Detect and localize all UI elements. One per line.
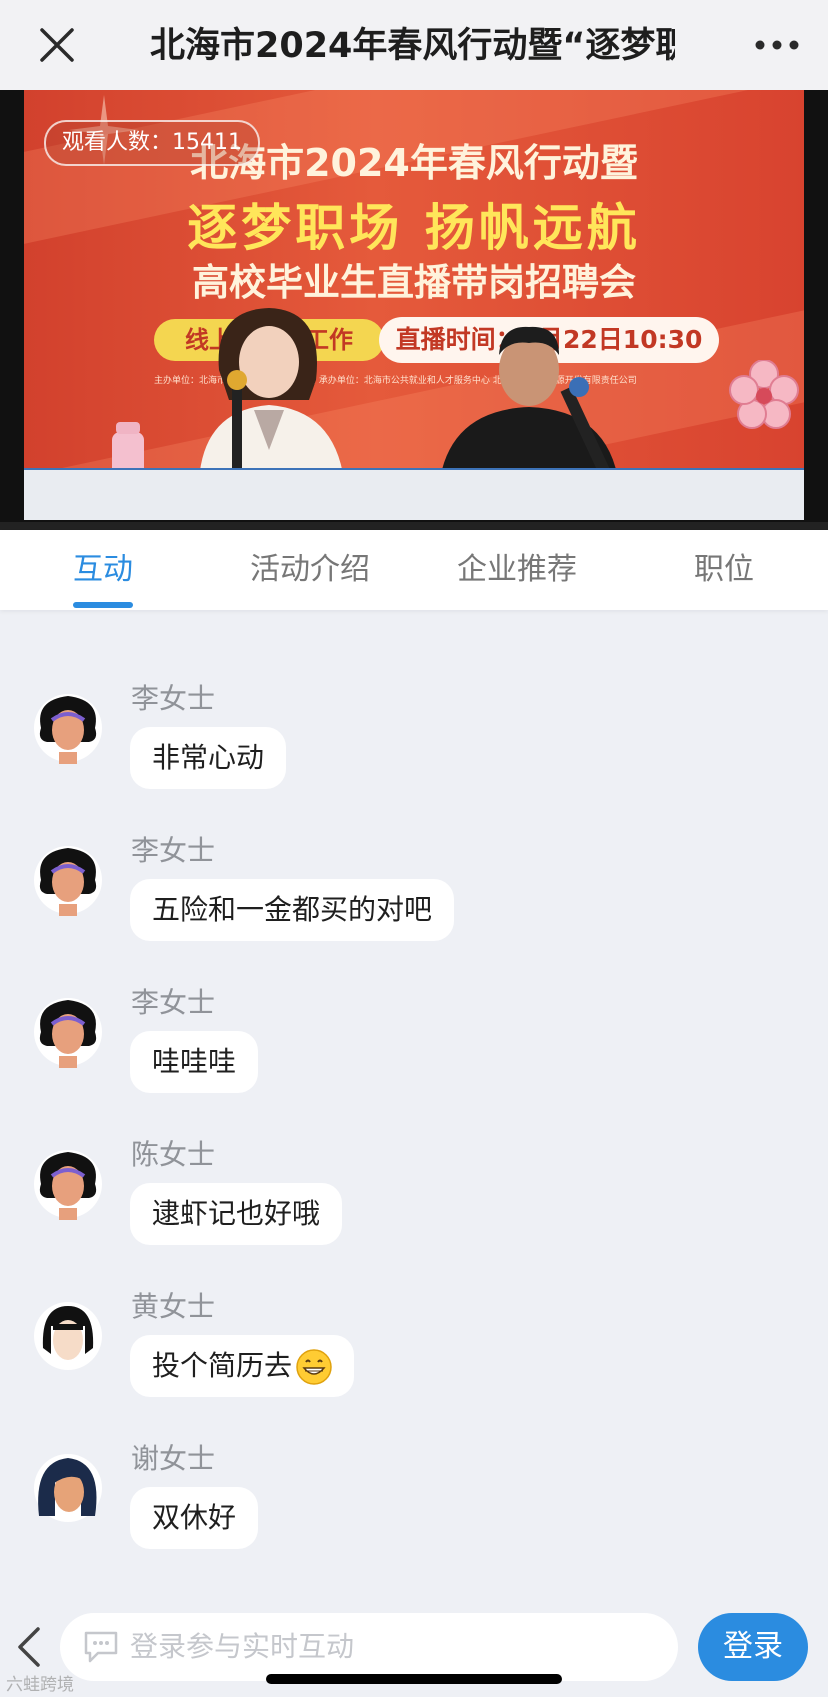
user-avatar[interactable] bbox=[33, 690, 103, 768]
viewer-count-badge: 观看人数：15411 bbox=[44, 120, 260, 166]
comment-input[interactable]: 登录参与实时互动 bbox=[60, 1613, 678, 1681]
banner-subtitle: 高校毕业生直播带岗招聘会 bbox=[192, 261, 636, 304]
message-bubble[interactable]: 双休好 bbox=[130, 1487, 259, 1549]
message-bubble[interactable]: 哇哇哇 bbox=[130, 1031, 259, 1093]
message-bubble[interactable]: 五险和一金都买的对吧 bbox=[130, 879, 455, 941]
message-bubble[interactable]: 非常心动 bbox=[130, 727, 287, 789]
presenter-desk bbox=[24, 470, 804, 520]
user-avatar[interactable] bbox=[33, 1146, 103, 1224]
page-title: 北海市2024年春风行动暨“逐梦职场 扬帆远航” bbox=[150, 26, 675, 66]
watermark-logo: 六蛙跨境 bbox=[6, 1675, 74, 1695]
presenter-man bbox=[439, 326, 619, 485]
close-icon[interactable] bbox=[36, 24, 78, 66]
grinning-emoji-icon bbox=[296, 1349, 332, 1385]
live-video-player[interactable]: 北海市2024年春风行动暨 逐梦职场 扬帆远航 高校毕业生直播带岗招聘会 线上带… bbox=[0, 90, 828, 530]
back-arrow-icon[interactable] bbox=[14, 1625, 44, 1669]
message-bubble[interactable]: 投个简历去 bbox=[130, 1335, 355, 1397]
chat-message: 李女士哇哇哇 bbox=[0, 984, 828, 1124]
tab-company-recommend[interactable]: 企业推荐 bbox=[437, 530, 597, 610]
message-sender-name: 李女士 bbox=[131, 986, 216, 1019]
message-text: 双休好 bbox=[152, 1501, 237, 1534]
message-sender-name: 谢女士 bbox=[131, 1442, 216, 1475]
message-sender-name: 李女士 bbox=[131, 682, 216, 715]
login-button[interactable]: 登录 bbox=[698, 1613, 808, 1681]
user-avatar[interactable] bbox=[33, 842, 103, 920]
home-indicator[interactable] bbox=[266, 1674, 562, 1684]
banner-slogan: 逐梦职场 扬帆远航 bbox=[187, 199, 641, 257]
presenter-woman bbox=[199, 308, 344, 480]
message-text: 逮虾记也好哦 bbox=[152, 1197, 321, 1230]
message-sender-name: 陈女士 bbox=[131, 1138, 216, 1171]
user-avatar[interactable] bbox=[33, 1450, 103, 1528]
chat-bubble-icon bbox=[84, 1631, 118, 1663]
tab-bar: 互动 活动介绍 企业推荐 职位 bbox=[0, 530, 828, 610]
message-sender-name: 李女士 bbox=[131, 834, 216, 867]
chat-message: 谢女士双休好 bbox=[0, 1440, 828, 1580]
message-sender-name: 黄女士 bbox=[131, 1290, 216, 1323]
comment-placeholder: 登录参与实时互动 bbox=[130, 1630, 355, 1663]
message-text: 哇哇哇 bbox=[152, 1045, 237, 1078]
message-text: 投个简历去 bbox=[152, 1349, 293, 1382]
chat-message: 陈女士逮虾记也好哦 bbox=[0, 1136, 828, 1276]
flower-decoration-icon bbox=[729, 360, 799, 429]
tab-interaction[interactable]: 互动 bbox=[43, 530, 163, 610]
tab-event-intro[interactable]: 活动介绍 bbox=[230, 530, 390, 610]
chat-message: 李女士五险和一金都买的对吧 bbox=[0, 832, 828, 972]
top-nav-bar: 北海市2024年春风行动暨“逐梦职场 扬帆远航” bbox=[0, 0, 828, 90]
tab-positions[interactable]: 职位 bbox=[664, 530, 784, 610]
event-banner: 北海市2024年春风行动暨 逐梦职场 扬帆远航 高校毕业生直播带岗招聘会 线上带… bbox=[24, 90, 804, 520]
user-avatar[interactable] bbox=[33, 994, 103, 1072]
active-tab-indicator bbox=[73, 602, 133, 608]
chat-message: 黄女士投个简历去 bbox=[0, 1288, 828, 1428]
more-dots-icon[interactable] bbox=[754, 32, 800, 58]
message-bubble[interactable]: 逮虾记也好哦 bbox=[130, 1183, 343, 1245]
message-text: 非常心动 bbox=[152, 741, 265, 774]
message-text: 五险和一金都买的对吧 bbox=[152, 893, 433, 926]
chat-message: 李女士非常心动 bbox=[0, 680, 828, 820]
user-avatar[interactable] bbox=[33, 1298, 103, 1376]
